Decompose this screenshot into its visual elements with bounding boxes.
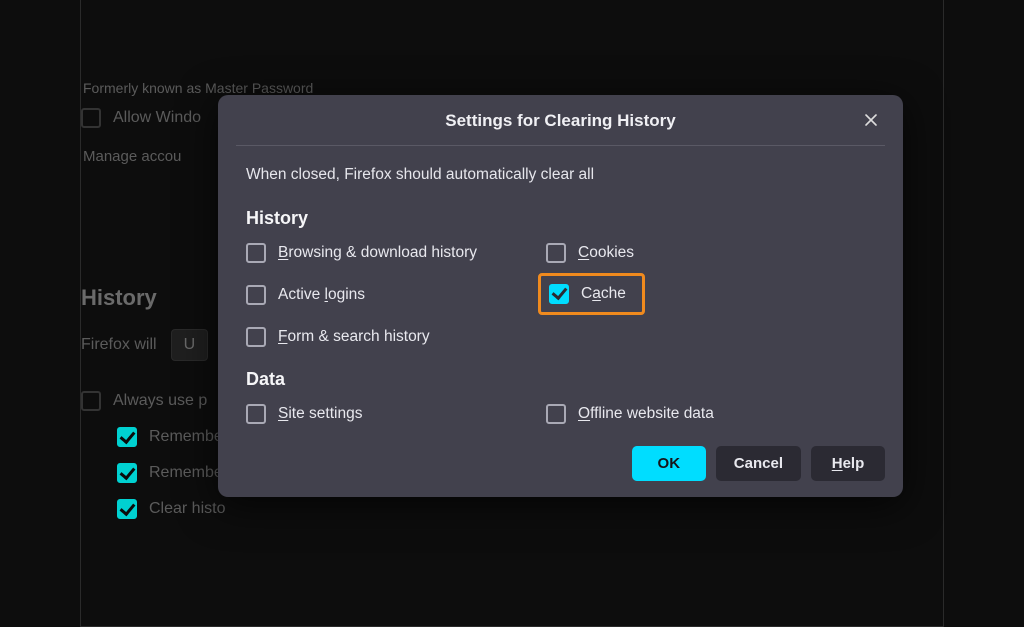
dialog-body: When closed, Firefox should automaticall… (218, 146, 903, 446)
option-browsing[interactable]: Browsing & download history (246, 243, 546, 263)
cache-label: Cache (581, 285, 626, 303)
active-logins-checkbox[interactable] (246, 285, 266, 305)
option-cache-wrapper: Cache (546, 281, 875, 309)
close-icon[interactable] (855, 104, 887, 136)
section-data-title: Data (246, 369, 875, 390)
ok-button[interactable]: OK (632, 446, 706, 481)
clear-history-dialog: Settings for Clearing History When close… (218, 95, 903, 497)
clear-history-label: Clear histo (149, 500, 225, 518)
clear-history-row: Clear histo (117, 499, 943, 519)
active-logins-label: Active logins (278, 286, 365, 304)
option-offline-data[interactable]: Offline website data (546, 404, 875, 424)
cookies-label: Cookies (578, 244, 634, 262)
history-options-grid: Browsing & download history Cookies Acti… (246, 243, 875, 347)
cache-highlight: Cache (538, 273, 645, 315)
option-active-logins[interactable]: Active logins (246, 281, 546, 309)
cache-checkbox[interactable] (549, 284, 569, 304)
allow-windows-label: Allow Windo (113, 109, 201, 127)
formerly-note: Formerly known as Master Password (83, 80, 943, 96)
browsing-checkbox[interactable] (246, 243, 266, 263)
form-search-checkbox[interactable] (246, 327, 266, 347)
dialog-intro: When closed, Firefox should automaticall… (246, 166, 875, 184)
help-button[interactable]: Help (811, 446, 885, 481)
cookies-checkbox[interactable] (546, 243, 566, 263)
remember-checkbox-1[interactable] (117, 427, 137, 447)
page-root: Formerly known as Master Password Allow … (0, 0, 1024, 627)
offline-data-label: Offline website data (578, 405, 714, 423)
data-options-grid: Site settings Offline website data (246, 404, 875, 424)
form-search-label: Form & search history (278, 328, 430, 346)
clear-history-checkbox[interactable] (117, 499, 137, 519)
dialog-title: Settings for Clearing History (445, 111, 675, 130)
remember-checkbox-2[interactable] (117, 463, 137, 483)
always-private-checkbox[interactable] (81, 391, 101, 411)
option-cookies[interactable]: Cookies (546, 243, 875, 263)
site-settings-label: Site settings (278, 405, 362, 423)
section-history-title: History (246, 208, 875, 229)
allow-windows-checkbox[interactable] (81, 108, 101, 128)
browsing-label: Browsing & download history (278, 244, 477, 262)
offline-data-checkbox[interactable] (546, 404, 566, 424)
site-settings-checkbox[interactable] (246, 404, 266, 424)
firefox-will-select[interactable]: U (171, 329, 209, 361)
option-cache[interactable]: Cache (549, 284, 626, 304)
firefox-will-label: Firefox will (81, 336, 157, 354)
dialog-footer: OK Cancel Help (218, 446, 903, 497)
remember-label-2: Remembe (149, 464, 223, 482)
option-site-settings[interactable]: Site settings (246, 404, 546, 424)
option-form-search[interactable]: Form & search history (246, 327, 546, 347)
remember-label-1: Remembe (149, 428, 223, 446)
cancel-button[interactable]: Cancel (716, 446, 801, 481)
dialog-header: Settings for Clearing History (236, 95, 885, 146)
always-private-label: Always use p (113, 392, 207, 410)
